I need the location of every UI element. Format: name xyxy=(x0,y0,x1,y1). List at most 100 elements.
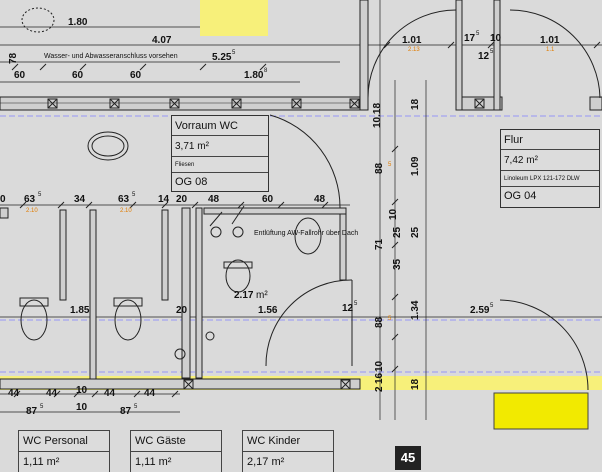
dim-1-01b: 1.01 xyxy=(540,35,560,46)
dim-1-80: 1.80 xyxy=(68,17,88,28)
vdim-71: 71 xyxy=(374,238,385,250)
bdim-10a: 10 xyxy=(76,385,88,396)
dim-63a: 63 xyxy=(24,194,36,205)
room-area: 1,11 m² xyxy=(131,452,221,472)
room-stamp-wc-kinder[interactable]: WC Kinder 2,17 m² xyxy=(242,430,334,472)
room-material: Linoleum LPX 121-172 DLW xyxy=(501,171,599,187)
dim-1-80b: 1.80 xyxy=(244,70,264,81)
dim-20b: 20 xyxy=(176,305,188,316)
dim-12b-sup: 5 xyxy=(354,301,358,307)
dim-60a: 60 xyxy=(14,70,26,81)
vdim-10: 10 xyxy=(388,208,399,220)
dim-63a-sup: 5 xyxy=(38,192,42,198)
room-area: 2,17 m² xyxy=(243,452,333,472)
bdim-44d: 44 xyxy=(144,388,156,399)
room-area: 1,11 m² xyxy=(19,452,109,472)
bdim-44c: 44 xyxy=(104,388,116,399)
vent-pipe-2 xyxy=(232,226,244,238)
dim-48a: 48 xyxy=(208,194,220,205)
vdim-10-18: 10.18 xyxy=(372,103,383,128)
vdim-88a-sup: 5 xyxy=(388,162,392,168)
dim-48b: 48 xyxy=(314,194,326,205)
sink-2 xyxy=(21,7,55,33)
note-water-connection: Wasser- und Abwasseranschluss vorsehen xyxy=(44,53,178,60)
highlight-top xyxy=(200,0,268,36)
dim-12b: 12 xyxy=(342,303,354,314)
vdim-25b: 25 xyxy=(410,226,421,238)
dim-60b: 60 xyxy=(72,70,84,81)
bdim-44b: 44 xyxy=(46,388,58,399)
dim-78: 78 xyxy=(8,52,19,64)
room-area: 3,71 m² xyxy=(172,136,268,157)
room-code: OG 04 xyxy=(504,190,537,202)
dim-2-59: 2.59 xyxy=(470,305,490,316)
vdim-18a: 18 xyxy=(410,98,421,110)
vdim-10c: 10 xyxy=(374,360,385,372)
dim-2-17: 2.17 xyxy=(234,290,254,301)
room-name: WC Kinder xyxy=(243,431,333,452)
room-area: 7,42 m² xyxy=(501,150,599,171)
room-material: Fliesen xyxy=(172,157,268,173)
dim-12: 12 xyxy=(478,51,490,62)
dim-1-01a: 1.01 xyxy=(402,35,422,46)
vdim-35: 35 xyxy=(392,258,403,270)
dim-0: 0 xyxy=(0,194,6,205)
dim-60: 60 xyxy=(262,194,274,205)
dim-63b-sup: 5 xyxy=(132,192,136,198)
dim-1-56: 1.56 xyxy=(258,305,278,316)
bdim-10b: 10 xyxy=(76,402,88,413)
room-stamp-vorraum[interactable]: Vorraum WC 3,71 m² Fliesen OG 08 xyxy=(171,115,269,192)
dim-12-sup: 5 xyxy=(490,49,494,55)
dim-63b: 63 xyxy=(118,194,130,205)
bdim-87a-sup: 5 xyxy=(40,404,44,410)
dim-20: 20 xyxy=(176,194,188,205)
tick-marks xyxy=(11,41,601,398)
dim-10: 10 xyxy=(490,33,502,44)
vdim-1-34: 1.34 xyxy=(410,300,421,320)
dim-orange-b: 2.10 xyxy=(120,208,132,214)
vdim-88a: 88 xyxy=(374,162,385,174)
vdim-88b: 88 xyxy=(374,316,385,328)
vdim-18b: 18 xyxy=(410,378,421,390)
dim-17: 17 xyxy=(464,33,476,44)
dim-17-sup: 5 xyxy=(476,31,480,37)
vdim-16: 16 xyxy=(374,372,385,384)
bdim-87b: 87 xyxy=(120,406,132,417)
floor-drain-2 xyxy=(205,331,215,341)
vdim-216: 2 xyxy=(374,386,385,392)
dim-14: 14 xyxy=(158,194,170,205)
bdim-44a: 44 xyxy=(8,388,20,399)
room-name: Vorraum WC xyxy=(172,116,268,136)
room-name: WC Gäste xyxy=(131,431,221,452)
floor-plan-drawing: 1.80 4.07 Wasser- und Abwasseranschluss … xyxy=(0,0,602,430)
room-stamp-flur[interactable]: Flur 7,42 m² Linoleum LPX 121-172 DLW OG… xyxy=(500,129,600,208)
floor-plan-canvas[interactable]: 1.80 4.07 Wasser- und Abwasseranschluss … xyxy=(0,0,602,472)
dim-1-01b-sub: 1.1 xyxy=(546,47,555,53)
dim-4-07: 4.07 xyxy=(152,35,172,46)
note-vent-pipe: Entlüftung AW-Fallrohr über Dach xyxy=(254,230,358,237)
dim-1-01a-sub: 2.13 xyxy=(408,47,420,53)
page-number-badge: 45 xyxy=(395,446,421,470)
bdim-87a: 87 xyxy=(26,406,38,417)
room-stamp-wc-gaeste[interactable]: WC Gäste 1,11 m² xyxy=(130,430,222,472)
dim-2-17-unit: m² xyxy=(256,290,268,301)
dim-1-80b-sup: 8 xyxy=(264,68,268,74)
top-wall xyxy=(0,96,602,111)
vent-pipe-1 xyxy=(210,226,222,238)
dim-60c: 60 xyxy=(130,70,142,81)
dim-orange-a: 2.10 xyxy=(26,208,38,214)
dim-5-25: 5.25 xyxy=(212,52,232,63)
door-leaf-yellow xyxy=(493,392,589,430)
bdim-87b-sup: 5 xyxy=(134,404,138,410)
vdim-1-09: 1.09 xyxy=(410,156,421,176)
room-code: OG 08 xyxy=(175,176,208,188)
room-stamp-wc-personal[interactable]: WC Personal 1,11 m² xyxy=(18,430,110,472)
vdim-25a: 25 xyxy=(392,226,403,238)
dim-34: 34 xyxy=(74,194,86,205)
dim-5-25-sup: 5 xyxy=(232,50,236,56)
room-name: Flur xyxy=(501,130,599,150)
dim-2-59-sup: 5 xyxy=(490,303,494,309)
room-name: WC Personal xyxy=(19,431,109,452)
dim-1-85: 1.85 xyxy=(70,305,90,316)
toilet-3 xyxy=(225,259,251,293)
